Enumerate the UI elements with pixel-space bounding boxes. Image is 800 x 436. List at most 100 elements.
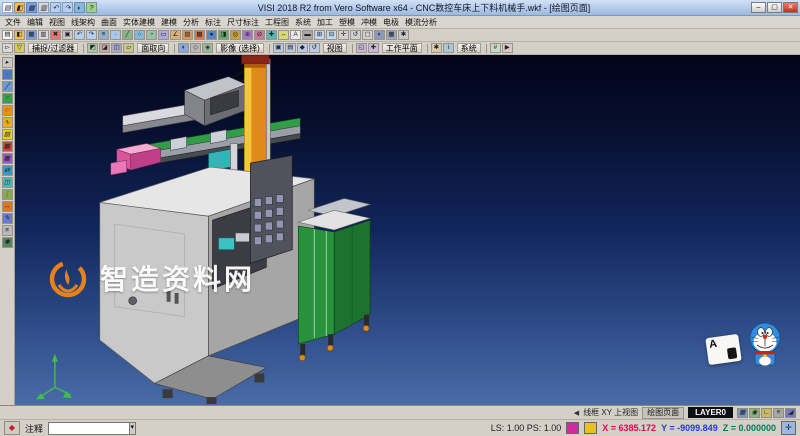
rotate-view-icon[interactable]: ↺ — [350, 30, 361, 40]
face-align-icon[interactable]: ▱ — [123, 43, 134, 53]
point-icon[interactable]: ∙ — [110, 30, 121, 40]
menu-item[interactable]: 标注 — [202, 17, 224, 28]
curve-icon[interactable]: ∿ — [2, 117, 13, 128]
array-icon[interactable]: ⋮ — [2, 189, 13, 200]
trim-icon[interactable]: ⊘ — [254, 30, 265, 40]
properties-icon[interactable]: ✱ — [2, 237, 13, 248]
rectangle-icon[interactable]: ▭ — [158, 30, 169, 40]
system-info-icon[interactable]: i — [443, 43, 454, 53]
views-dropdown[interactable]: 视图 — [323, 43, 347, 53]
workplane-dropdown[interactable]: 工作平面 — [382, 43, 422, 53]
measure-icon[interactable]: ↔ — [2, 201, 13, 212]
redo-icon[interactable]: ↷ — [86, 30, 97, 40]
menu-item[interactable]: 工程图 — [262, 17, 292, 28]
filter-icon[interactable]: ▽ — [14, 43, 25, 53]
point-icon[interactable]: ∙ — [2, 69, 13, 80]
menu-item[interactable]: 模流分析 — [402, 17, 440, 28]
menu-item[interactable]: 编辑 — [24, 17, 46, 28]
macro-play-icon[interactable]: ▶ — [502, 43, 513, 53]
menu-item[interactable]: 尺寸标注 — [224, 17, 262, 28]
section-icon[interactable]: ◨ — [218, 30, 229, 40]
render-mode-dropdown[interactable]: 影像 (选择) — [216, 43, 264, 53]
face-orientation-dropdown[interactable]: 面取向 — [137, 43, 169, 53]
settings-icon[interactable]: ✱ — [398, 30, 409, 40]
new-file-icon[interactable]: ▤ — [2, 2, 13, 13]
pen-color-icon[interactable] — [566, 422, 579, 434]
tracking-icon[interactable]: ✛ — [781, 421, 796, 435]
layers-icon[interactable]: ≡ — [2, 225, 13, 236]
system-settings-icon[interactable]: ✱ — [431, 43, 442, 53]
wireframe-view-icon[interactable]: ◇ — [190, 43, 201, 53]
redo-icon[interactable]: ↷ — [62, 2, 73, 13]
workplane-indicator-icon[interactable]: ◢ — [785, 408, 796, 418]
zoom-in-icon[interactable]: ⊞ — [314, 30, 325, 40]
sphere-icon[interactable]: ● — [206, 30, 217, 40]
view-front-icon[interactable]: ▣ — [273, 43, 284, 53]
text-icon[interactable]: A — [290, 30, 301, 40]
line-icon[interactable]: ╱ — [2, 81, 13, 92]
layer-manager-icon[interactable]: ≡ — [773, 408, 784, 418]
transform-icon[interactable]: ⇄ — [2, 165, 13, 176]
menu-item[interactable]: 曲面 — [98, 17, 120, 28]
menu-item[interactable]: 文件 — [2, 17, 24, 28]
menu-item[interactable]: 系统 — [292, 17, 314, 28]
face-normal-icon[interactable]: ◩ — [87, 43, 98, 53]
block-icon[interactable]: ▬ — [302, 30, 313, 40]
help-icon[interactable]: ? — [86, 2, 97, 13]
delete-icon[interactable]: ✖ — [50, 30, 61, 40]
mirror-icon[interactable]: ◫ — [2, 177, 13, 188]
open-file-icon[interactable]: ◧ — [14, 30, 25, 40]
mesh-icon[interactable]: ▦ — [2, 153, 13, 164]
annotation-icon[interactable]: ◆ — [4, 421, 20, 435]
face-reverse-icon[interactable]: ◪ — [99, 43, 110, 53]
grid-toggle-icon[interactable]: ▦ — [737, 408, 748, 418]
ortho-toggle-icon[interactable]: ∟ — [761, 408, 772, 418]
menu-item[interactable]: 加工 — [314, 17, 336, 28]
fill-color-icon[interactable] — [584, 422, 597, 434]
menu-item[interactable]: 分析 — [180, 17, 202, 28]
annotation-combobox[interactable]: ▾ — [48, 422, 136, 435]
revolve-icon[interactable]: ◎ — [230, 30, 241, 40]
select-icon[interactable]: ▻ — [2, 43, 13, 53]
circle-icon[interactable]: ○ — [2, 105, 13, 116]
maximize-button[interactable]: ▢ — [767, 2, 782, 13]
print-icon[interactable]: ▥ — [38, 2, 49, 13]
menu-item[interactable]: 建模 — [158, 17, 180, 28]
layers-icon[interactable]: ≡ — [98, 30, 109, 40]
layer-indicator[interactable]: LAYER0 — [688, 407, 733, 418]
menu-item[interactable]: 视图 — [46, 17, 68, 28]
annotate-icon[interactable]: ✎ — [2, 213, 13, 224]
system-dropdown[interactable]: 系统 — [457, 43, 481, 53]
calculator-icon[interactable]: # — [490, 43, 501, 53]
viewport-3d[interactable]: 智造资料网 A — [15, 55, 800, 405]
menu-item[interactable]: 线架构 — [68, 17, 98, 28]
boolean-union-icon[interactable]: ⊕ — [242, 30, 253, 40]
minimize-button[interactable]: – — [751, 2, 766, 13]
move-icon[interactable]: ↔ — [278, 30, 289, 40]
add-geometry-icon[interactable]: ✚ — [266, 30, 277, 40]
solid-icon[interactable]: ▩ — [194, 30, 205, 40]
hidden-line-icon[interactable]: ◈ — [202, 43, 213, 53]
face-check-icon[interactable]: ◫ — [111, 43, 122, 53]
select-arrow-icon[interactable]: ▸ — [2, 57, 13, 68]
shade-icon[interactable]: ◐ — [374, 30, 385, 40]
circle-icon[interactable]: ○ — [134, 30, 145, 40]
fit-view-icon[interactable]: ▢ — [362, 30, 373, 40]
pan-icon[interactable]: ✛ — [338, 30, 349, 40]
undo-icon[interactable]: ↶ — [50, 2, 61, 13]
arc-icon[interactable]: ◔ — [146, 30, 157, 40]
close-button[interactable]: ✕ — [783, 2, 798, 13]
menu-item[interactable]: 实体建模 — [120, 17, 158, 28]
open-file-icon[interactable]: ◧ — [14, 2, 25, 13]
zoom-out-icon[interactable]: ⊟ — [326, 30, 337, 40]
view-rotate-icon[interactable]: ↺ — [309, 43, 320, 53]
copy-icon[interactable]: ▣ — [62, 30, 73, 40]
solid-icon[interactable]: ▩ — [2, 141, 13, 152]
save-icon[interactable]: ▦ — [26, 2, 37, 13]
menu-item[interactable]: 电极 — [380, 17, 402, 28]
drawing-page-button[interactable]: 绘图页面 — [642, 407, 684, 419]
shaded-view-icon[interactable]: ◐ — [178, 43, 189, 53]
grid-icon[interactable]: ▦ — [386, 30, 397, 40]
view-mode-icon[interactable]: ◐ — [74, 2, 85, 13]
surface-icon[interactable]: ▧ — [2, 129, 13, 140]
